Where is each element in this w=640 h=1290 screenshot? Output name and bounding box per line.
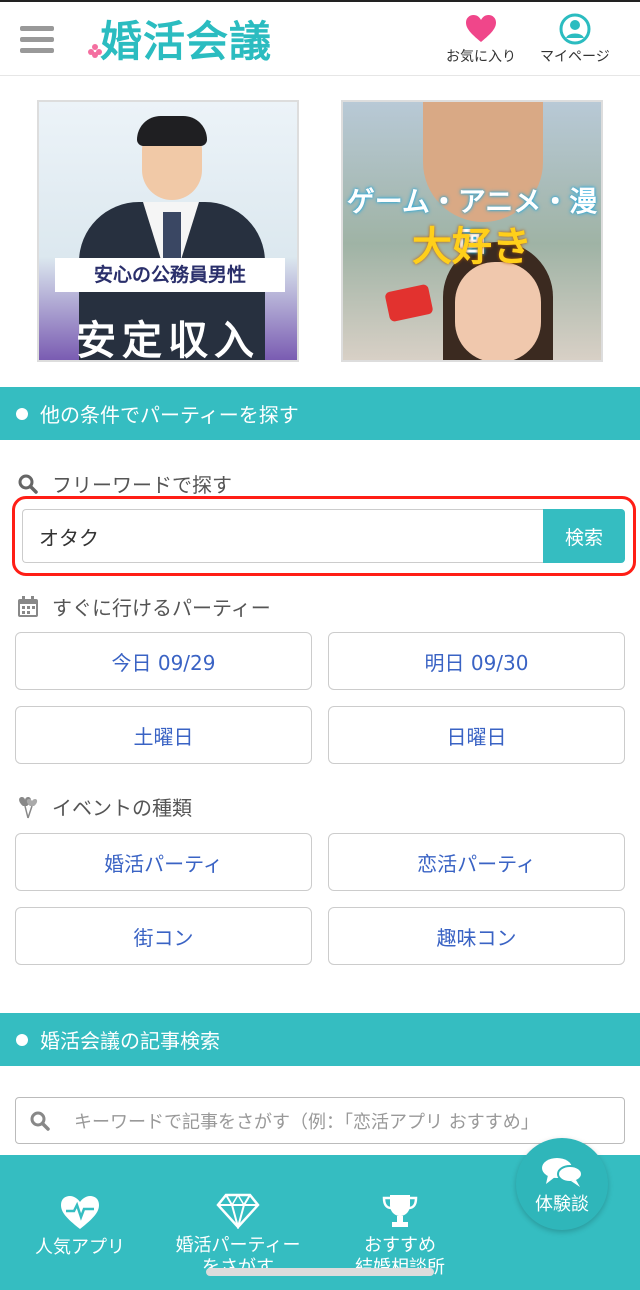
diamond-icon	[216, 1191, 260, 1231]
testimonials-button[interactable]: 体験談	[516, 1138, 608, 1230]
mypage-label: マイページ	[540, 49, 610, 65]
banner-otaku[interactable]: ゲーム・アニメ・漫画 大好き	[341, 100, 603, 362]
article-search-input[interactable]: キーワードで記事をさがす（例：「恋活アプリ おすすめ」	[15, 1097, 625, 1144]
bullet-icon	[16, 407, 28, 420]
nav-recommended-agencies[interactable]: おすすめ 結婚相談所	[345, 1191, 455, 1279]
home-indicator[interactable]	[206, 1268, 434, 1276]
trophy-icon	[378, 1191, 422, 1231]
banner-label: 安心の公務員男性	[55, 258, 285, 292]
user-icon	[558, 12, 592, 46]
article-search-placeholder: キーワードで記事をさがす（例：「恋活アプリ おすすめ」	[74, 1111, 539, 1133]
logo[interactable]: 婚活会議	[88, 8, 272, 68]
chat-bubbles-icon	[540, 1156, 584, 1192]
heart-icon	[464, 12, 498, 46]
banner-civil-servant[interactable]: 安心の公務員男性 安定収入	[37, 100, 299, 362]
soon-party-label-text: すぐに行けるパーティー	[52, 596, 271, 620]
party-search-section-header: 他の条件でパーティーを探す	[0, 387, 640, 440]
logo-text: 婚活会議	[100, 16, 273, 66]
saturday-button[interactable]: 土曜日	[15, 706, 312, 764]
banner-figure-face	[455, 262, 541, 360]
favorites-label: お気に入り	[446, 49, 516, 65]
freeword-label: フリーワードで探す	[16, 469, 232, 498]
header: 婚活会議 お気に入り マイページ	[0, 0, 640, 76]
renkatsu-party-button[interactable]: 恋活パーティ	[328, 833, 625, 891]
hobby-con-button[interactable]: 趣味コン	[328, 907, 625, 965]
nav-popular-apps[interactable]: 人気アプリ	[28, 1193, 132, 1259]
article-search-section-header: 婚活会議の記事検索	[0, 1013, 640, 1066]
heartbeat-icon	[58, 1193, 102, 1233]
nav-label: 人気アプリ	[35, 1237, 125, 1258]
nav-find-party[interactable]: 婚活パーティー をさがす	[168, 1191, 308, 1279]
search-button[interactable]: 検索	[543, 509, 625, 563]
section-title: 他の条件でパーティーを探す	[40, 403, 299, 427]
konkatsu-party-button[interactable]: 婚活パーティ	[15, 833, 312, 891]
flower-icon	[88, 44, 102, 58]
menu-icon[interactable]	[20, 26, 54, 54]
banner-main-text: 安定収入	[76, 318, 260, 362]
bullet-icon	[16, 1033, 28, 1046]
freeword-search-highlight: 検索	[12, 496, 636, 576]
machikon-button[interactable]: 街コン	[15, 907, 312, 965]
nav-label-line1: おすすめ	[364, 1235, 436, 1256]
today-button[interactable]: 今日 09/29	[15, 632, 312, 690]
freeword-search-input[interactable]	[22, 509, 544, 563]
nav-label-line1: 婚活パーティー	[175, 1235, 301, 1256]
phone-icon	[384, 283, 434, 323]
search-icon	[16, 472, 40, 496]
banner-figure-hair	[137, 116, 207, 146]
search-icon	[30, 1111, 50, 1131]
sunday-button[interactable]: 日曜日	[328, 706, 625, 764]
favorites-button[interactable]: お気に入り	[446, 12, 516, 66]
event-type-label: イベントの種類	[16, 792, 192, 821]
event-type-label-text: イベントの種類	[52, 796, 192, 820]
banner-line2: 大好き	[412, 224, 532, 270]
section-title: 婚活会議の記事検索	[40, 1029, 220, 1053]
top-line	[0, 0, 640, 2]
tomorrow-button[interactable]: 明日 09/30	[328, 632, 625, 690]
mypage-button[interactable]: マイページ	[540, 12, 610, 66]
testimonials-label: 体験談	[535, 1194, 589, 1215]
heart-balloon-icon	[16, 795, 40, 819]
soon-party-label: すぐに行けるパーティー	[16, 592, 271, 621]
calendar-icon	[16, 595, 40, 619]
freeword-label-text: フリーワードで探す	[52, 473, 232, 497]
